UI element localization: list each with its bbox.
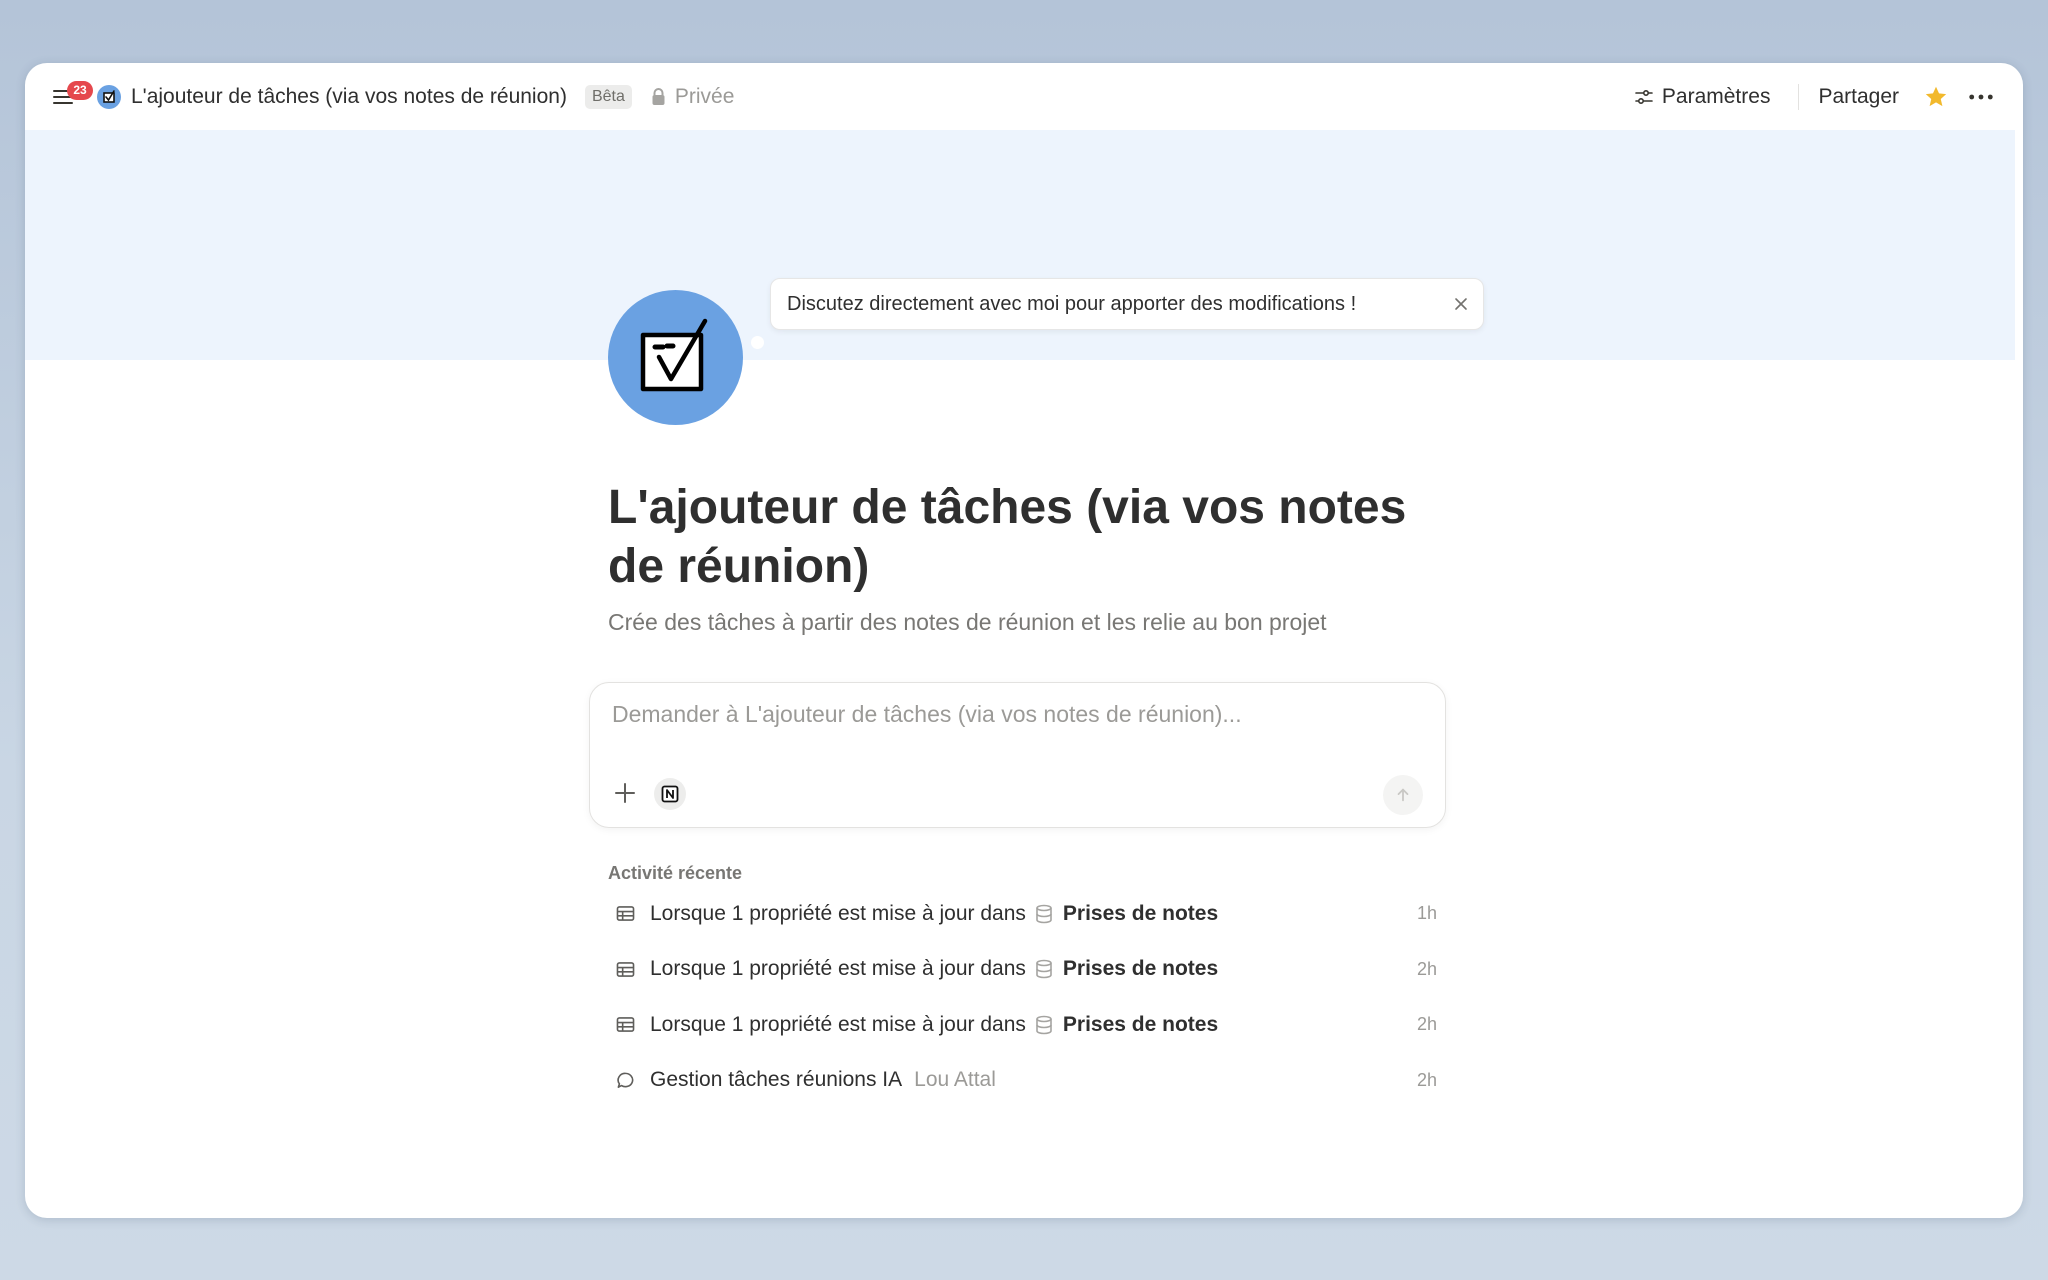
privacy-status[interactable]: Privée [650, 84, 735, 109]
settings-button[interactable]: Paramètres [1634, 84, 1771, 109]
notion-context-button[interactable] [654, 778, 686, 810]
privacy-label: Privée [674, 84, 735, 108]
database-icon [1036, 959, 1052, 979]
table-icon [614, 1014, 636, 1036]
table-icon [614, 903, 636, 925]
list-item[interactable]: Gestion tâches réunions IA Lou Attal 2h [608, 1053, 1453, 1109]
arrow-up-icon [1397, 788, 1409, 802]
settings-label: Paramètres [1661, 84, 1771, 108]
more-button[interactable] [1967, 83, 1995, 111]
list-item[interactable]: Lorsque 1 propriété est mise à jour dans… [608, 997, 1453, 1053]
tooltip-text: Discutez directement avec moi pour appor… [787, 292, 1357, 315]
page-title: L'ajouteur de tâches (via vos notes de r… [608, 481, 1407, 593]
tooltip-pointer [751, 336, 764, 349]
share-button[interactable]: Partager [1818, 85, 1899, 109]
activity-author: Lou Attal [914, 1068, 996, 1092]
more-horizontal-icon [1969, 94, 1993, 99]
activity-target: Prises de notes [1062, 957, 1219, 981]
database-icon [1036, 904, 1052, 924]
breadcrumb-page-title[interactable]: L'ajouteur de tâches (via vos notes de r… [131, 85, 567, 109]
list-item[interactable]: Lorsque 1 propriété est mise à jour dans… [608, 886, 1453, 942]
checkbox-icon [103, 89, 115, 103]
activity-target: Prises de notes [1062, 1012, 1219, 1036]
chat-input[interactable] [612, 701, 1412, 728]
notion-logo-icon [661, 785, 679, 803]
page-icon [97, 84, 121, 109]
activity-text: Gestion tâches réunions IA [650, 1068, 903, 1092]
activity-time: 2h [1416, 1014, 1437, 1035]
activity-text: Lorsque 1 propriété est mise à jour dans [650, 957, 1026, 981]
notification-badge: 23 [67, 80, 93, 100]
topbar-divider [1798, 83, 1800, 110]
chat-hint-tooltip: Discutez directement avec moi pour appor… [770, 278, 1484, 330]
plus-icon[interactable] [612, 780, 638, 806]
chat-composer [589, 682, 1446, 828]
beta-badge: Bêta [584, 84, 632, 109]
menu-button[interactable]: 23 [45, 79, 93, 115]
send-button[interactable] [1383, 775, 1423, 815]
checkbox-icon [640, 318, 707, 391]
page-description: Crée des tâches à partir des notes de ré… [608, 609, 1327, 635]
activity-time: 2h [1416, 1069, 1437, 1090]
activity-text: Lorsque 1 propriété est mise à jour dans [650, 901, 1026, 925]
agent-banner: Discutez directement avec moi pour appor… [25, 130, 2015, 360]
table-icon [614, 958, 636, 980]
list-item[interactable]: Lorsque 1 propriété est mise à jour dans… [608, 942, 1453, 998]
sliders-icon [1635, 89, 1653, 104]
lock-icon [652, 87, 665, 105]
activity-time: 1h [1416, 903, 1437, 924]
recent-activity-heading: Activité récente [608, 863, 743, 883]
topbar-actions: Paramètres Partager [1634, 63, 2023, 130]
close-icon[interactable] [1453, 296, 1469, 312]
activity-target: Prises de notes [1062, 901, 1219, 925]
star-icon[interactable] [1923, 84, 1949, 110]
activity-text: Lorsque 1 propriété est mise à jour dans [650, 1012, 1026, 1036]
top-bar: 23 L'ajouteur de tâches (via vos notes d… [25, 63, 2023, 130]
agent-avatar [608, 290, 743, 425]
activity-time: 2h [1416, 958, 1437, 979]
recent-activity-list: Lorsque 1 propriété est mise à jour dans… [608, 886, 1453, 1108]
database-icon [1036, 1015, 1052, 1035]
chat-bubble-icon [614, 1069, 636, 1091]
app-window: 23 L'ajouteur de tâches (via vos notes d… [25, 63, 2023, 1218]
